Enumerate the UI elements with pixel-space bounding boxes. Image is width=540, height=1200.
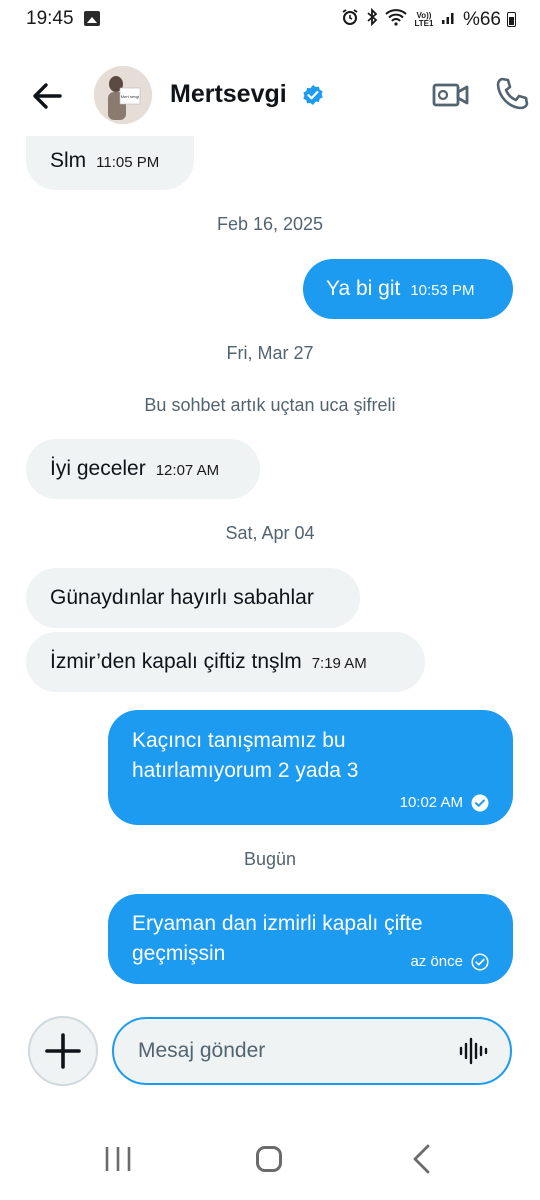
volte-indicator: Vo)) LTE1 — [414, 10, 434, 28]
status-icons: Vo)) LTE1 %66 — [341, 7, 516, 31]
voice-message-button[interactable] — [458, 1037, 488, 1065]
message-text: Kaçıncı tanışmamız bu hatırlamıyorum 2 y… — [132, 729, 359, 782]
status-time: 19:45 — [26, 8, 74, 29]
chevron-left-icon — [413, 1144, 430, 1174]
status-bar: 19:45 Vo)) LTE1 %66 — [0, 0, 540, 40]
date-separator: Bugün — [243, 849, 297, 869]
message-time: 10:02 AM — [399, 794, 463, 811]
message-time: 12:07 AM — [155, 462, 220, 479]
add-attachment-button[interactable] — [28, 1016, 98, 1086]
recent-apps-icon — [105, 1147, 131, 1171]
wifi-icon — [385, 8, 407, 31]
message-time: 11:05 PM — [96, 154, 160, 171]
sent-check-icon — [471, 953, 489, 971]
message-meta: az önce — [410, 947, 489, 977]
message-time: 7:19 AM — [311, 655, 367, 672]
recent-apps-button[interactable] — [104, 1146, 132, 1172]
voice-call-button[interactable] — [494, 76, 530, 112]
phone-icon — [496, 77, 529, 110]
battery-icon — [507, 12, 516, 27]
message-incoming[interactable]: İzmir’den kapalı çiftiz tnşlm 7:19 AM — [26, 632, 425, 692]
message-text: Slm — [50, 149, 87, 172]
back-button[interactable] — [28, 76, 68, 116]
chat-header: Mert sevgi Mertsevgi — [0, 58, 540, 134]
message-incoming[interactable]: İyi geceler 12:07 AM — [26, 439, 260, 499]
waveform-icon — [459, 1037, 488, 1065]
message-text: Ya bi git — [326, 277, 401, 300]
date-separator: Sat, Apr 04 — [225, 523, 315, 543]
bluetooth-icon — [365, 7, 379, 31]
system-back-button[interactable] — [410, 1144, 434, 1174]
message-time: 10:53 PM — [410, 282, 475, 299]
message-time: az önce — [410, 953, 463, 970]
message-text: İzmir’den kapalı çiftiz tnşlm — [50, 650, 302, 673]
video-camera-icon — [432, 83, 469, 107]
system-nav-bar — [0, 1120, 540, 1200]
message-incoming[interactable]: Slm 11:05 PM — [26, 136, 194, 190]
message-text: İyi geceler — [50, 457, 146, 480]
home-button[interactable] — [256, 1146, 282, 1172]
plus-icon — [45, 1033, 81, 1069]
video-call-button[interactable] — [432, 78, 470, 112]
message-incoming[interactable]: Günaydınlar hayırlı sabahlar — [26, 568, 360, 628]
message-meta: 10:02 AM — [400, 788, 489, 818]
date-separator: Feb 16, 2025 — [216, 214, 324, 234]
message-outgoing[interactable]: Kaçıncı tanışmamız bu hatırlamıyorum 2 y… — [108, 710, 513, 825]
image-notification-icon — [84, 11, 100, 26]
message-outgoing[interactable]: Eryaman dan izmirli kapalı çifte geçmişs… — [108, 894, 513, 984]
verified-badge-icon — [303, 85, 323, 105]
avatar[interactable]: Mert sevgi — [94, 66, 152, 124]
battery-percent: %66 — [462, 8, 501, 30]
arrow-left-icon — [33, 83, 62, 109]
message-composer[interactable] — [112, 1017, 512, 1085]
avatar-caption: Mert sevgi — [121, 94, 140, 99]
read-check-icon — [471, 794, 489, 812]
alarm-icon — [341, 8, 359, 31]
encryption-notice: Bu sohbet artık uçtan uca şifreli — [144, 395, 396, 415]
signal-icon — [441, 9, 457, 30]
message-outgoing[interactable]: Ya bi git 10:53 PM — [303, 259, 513, 319]
message-text: Günaydınlar hayırlı sabahlar — [50, 586, 314, 609]
message-input[interactable] — [138, 1019, 438, 1083]
date-separator: Fri, Mar 27 — [226, 343, 314, 363]
chat-title[interactable]: Mertsevgi — [170, 80, 287, 109]
